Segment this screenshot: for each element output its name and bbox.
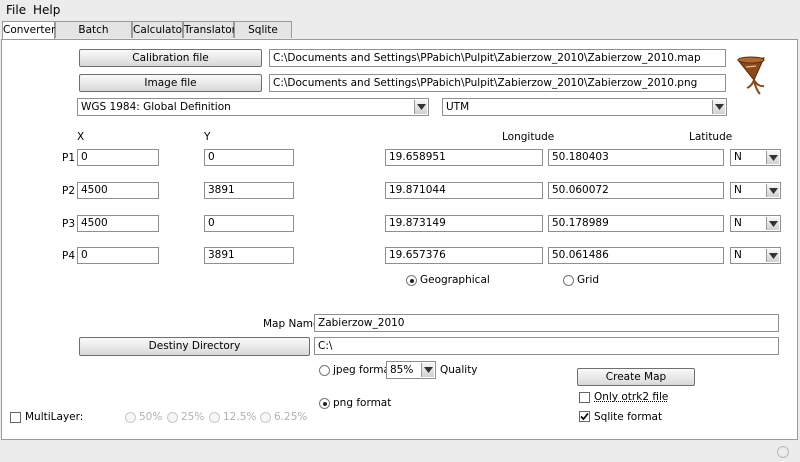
multilayer-label: MultiLayer: <box>25 411 84 423</box>
sqlite-format-checkbox[interactable] <box>579 411 590 422</box>
multilayer-50-label: 50% <box>139 411 163 423</box>
jpeg-format-label: jpeg format <box>333 364 395 376</box>
multilayer-12-5-label: 12.5% <box>223 411 257 423</box>
point-longitude-field[interactable]: 19.657376 <box>385 247 543 264</box>
hemisphere-value: N <box>734 249 742 261</box>
point-y-field[interactable]: 0 <box>204 215 294 232</box>
point-x-field[interactable]: 4500 <box>77 182 159 199</box>
datum-select[interactable]: WGS 1984: Global Definition <box>77 98 429 116</box>
png-format-radio[interactable] <box>319 398 330 409</box>
point-label: P4 <box>62 250 76 262</box>
map-name-label: Map Name <box>263 318 320 330</box>
multilayer-25-label: 25% <box>181 411 205 423</box>
point-latitude-field[interactable]: 50.060072 <box>548 182 724 199</box>
menu-help[interactable]: Help <box>33 3 60 17</box>
image-path-field[interactable]: C:\Documents and Settings\PPabich\Pulpit… <box>269 74 726 92</box>
destiny-directory-button[interactable]: Destiny Directory <box>79 337 310 356</box>
jpeg-quality-select[interactable]: 85% <box>386 361 436 379</box>
chevron-down-icon <box>766 217 779 230</box>
point-latitude-field[interactable]: 50.178989 <box>548 215 724 232</box>
header-x: X <box>77 131 85 143</box>
tab-bar: Converter Batch Converter Calculator Tra… <box>0 21 800 53</box>
chevron-down-icon <box>414 100 427 114</box>
multilayer-25-radio[interactable] <box>167 412 178 423</box>
calibration-file-button[interactable]: Calibration file <box>79 49 262 67</box>
status-indicator-icon <box>777 446 789 458</box>
hemisphere-value: N <box>734 151 742 163</box>
hemisphere-value: N <box>734 217 742 229</box>
hemisphere-select[interactable]: N <box>730 215 781 232</box>
header-longitude: Longitude <box>502 131 555 143</box>
chevron-down-icon <box>421 363 434 377</box>
hemisphere-value: N <box>734 184 742 196</box>
tab-converter[interactable]: Converter <box>2 21 55 40</box>
point-latitude-field[interactable]: 50.180403 <box>548 149 724 166</box>
tab-calculator[interactable]: Calculator <box>132 21 186 38</box>
tab-translator[interactable]: Translator <box>183 21 236 38</box>
sqlite-format-label: Sqlite format <box>594 411 663 423</box>
point-x-field[interactable]: 0 <box>77 149 159 166</box>
header-latitude: Latitude <box>689 131 733 143</box>
create-map-button[interactable]: Create Map <box>577 368 695 386</box>
point-y-field[interactable]: 0 <box>204 149 294 166</box>
quality-label: Quality <box>440 364 478 376</box>
point-longitude-field[interactable]: 19.658951 <box>385 149 543 166</box>
destiny-directory-field[interactable]: C:\ <box>314 337 779 355</box>
multilayer-12-5-radio[interactable] <box>209 412 220 423</box>
point-longitude-field[interactable]: 19.873149 <box>385 215 543 232</box>
multilayer-50-radio[interactable] <box>125 412 136 423</box>
chevron-down-icon <box>766 151 779 164</box>
app-logo-icon <box>734 54 774 98</box>
datum-select-value: WGS 1984: Global Definition <box>81 101 231 113</box>
projection-select-value: UTM <box>446 101 470 113</box>
check-icon <box>580 412 589 421</box>
point-latitude-field[interactable]: 50.061486 <box>548 247 724 264</box>
status-bar <box>0 440 800 462</box>
point-x-field[interactable]: 4500 <box>77 215 159 232</box>
point-y-field[interactable]: 3891 <box>204 182 294 199</box>
menubar: File Help <box>0 0 800 20</box>
geographical-label: Geographical <box>420 274 490 286</box>
grid-label: Grid <box>577 274 600 286</box>
only-otrk2-label: Only otrk2 file <box>594 391 669 403</box>
chevron-down-icon <box>712 100 725 114</box>
calibration-path-field[interactable]: C:\Documents and Settings\PPabich\Pulpit… <box>269 49 726 67</box>
hemisphere-select[interactable]: N <box>730 149 781 166</box>
point-longitude-field[interactable]: 19.871044 <box>385 182 543 199</box>
point-label: P1 <box>62 152 76 164</box>
jpeg-format-radio[interactable] <box>319 365 330 376</box>
point-x-field[interactable]: 0 <box>77 247 159 264</box>
hemisphere-select[interactable]: N <box>730 247 781 264</box>
projection-select[interactable]: UTM <box>442 98 727 116</box>
grid-radio[interactable] <box>563 275 574 286</box>
map-name-field[interactable]: Zabierzow_2010 <box>314 314 779 332</box>
multilayer-checkbox[interactable] <box>10 412 21 423</box>
point-label: P3 <box>62 218 76 230</box>
point-label: P2 <box>62 185 76 197</box>
point-y-field[interactable]: 3891 <box>204 247 294 264</box>
tab-sqlite[interactable]: Sqlite 0101 <box>234 21 292 53</box>
multilayer-6-25-radio[interactable] <box>260 412 271 423</box>
geographical-radio[interactable] <box>406 275 417 286</box>
chevron-down-icon <box>766 184 779 197</box>
png-format-label: png format <box>333 397 392 409</box>
multilayer-6-25-label: 6.25% <box>274 411 308 423</box>
tab-batch-converter[interactable]: Batch Converter <box>55 21 132 53</box>
header-y: Y <box>204 131 211 143</box>
image-file-button[interactable]: Image file <box>79 74 262 92</box>
only-otrk2-checkbox[interactable] <box>579 392 590 403</box>
hemisphere-select[interactable]: N <box>730 182 781 199</box>
chevron-down-icon <box>766 249 779 262</box>
jpeg-quality-value: 85% <box>390 364 414 376</box>
menu-file[interactable]: File <box>6 3 26 17</box>
